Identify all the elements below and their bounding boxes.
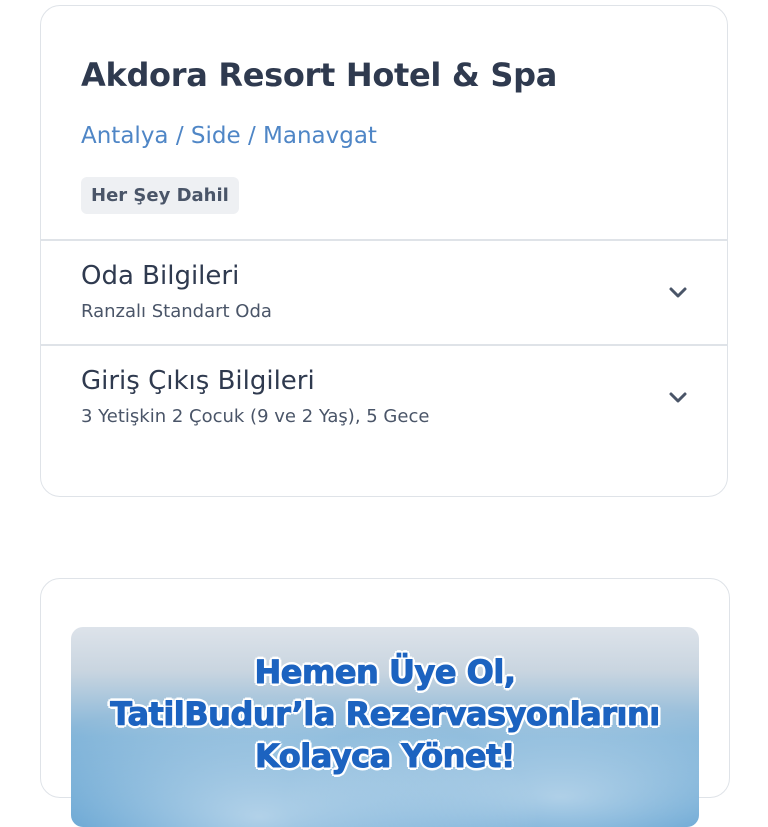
promo-line-3: Kolayca Yönet! — [255, 737, 516, 776]
room-info-title: Oda Bilgileri — [81, 261, 240, 291]
checkin-checkout-title: Giriş Çıkış Bilgileri — [81, 366, 315, 396]
membership-promo-banner[interactable]: Hemen Üye Ol, TatilBudur’la Rezervasyonl… — [71, 627, 699, 827]
board-type-badge: Her Şey Dahil — [81, 177, 239, 214]
chevron-down-icon[interactable] — [667, 281, 689, 303]
hotel-location-breadcrumb[interactable]: Antalya / Side / Manavgat — [81, 123, 377, 149]
checkin-checkout-section[interactable]: Giriş Çıkış Bilgileri 3 Yetişkin 2 Çocuk… — [41, 346, 727, 451]
hotel-name: Akdora Resort Hotel & Spa — [81, 56, 558, 94]
promo-line-2: TatilBudur’la Rezervasyonlarını — [110, 695, 661, 734]
hotel-summary-card: Akdora Resort Hotel & Spa Antalya / Side… — [40, 5, 728, 497]
promo-line-1: Hemen Üye Ol, — [254, 653, 516, 692]
chevron-down-icon[interactable] — [667, 386, 689, 408]
room-info-subtitle: Ranzalı Standart Oda — [81, 301, 272, 322]
room-info-section[interactable]: Oda Bilgileri Ranzalı Standart Oda — [41, 241, 727, 346]
checkin-checkout-subtitle: 3 Yetişkin 2 Çocuk (9 ve 2 Yaş), 5 Gece — [81, 406, 430, 427]
promo-card: Hemen Üye Ol, TatilBudur’la Rezervasyonl… — [40, 578, 730, 827]
promo-headline: Hemen Üye Ol, TatilBudur’la Rezervasyonl… — [71, 651, 699, 777]
